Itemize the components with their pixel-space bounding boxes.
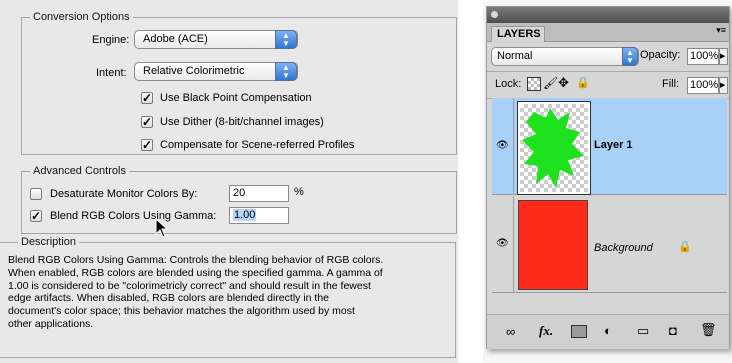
close-dot-icon[interactable] <box>491 11 498 18</box>
fill-arrow-icon[interactable]: ▶ <box>719 77 728 94</box>
dither-label: Use Dither (8-bit/channel images) <box>160 116 324 128</box>
opacity-label: Opacity: <box>640 49 681 61</box>
eye-icon: 👁 <box>496 238 509 249</box>
engine-select-value: Adobe (ACE) <box>143 33 208 45</box>
description-text: Blend RGB Colors Using Gamma: Controls t… <box>8 254 384 330</box>
intent-select-value: Relative Colorimetric <box>143 65 245 77</box>
intent-stepper-icon: ▲ ▼ <box>275 62 297 81</box>
lock-label: Lock: <box>495 78 522 90</box>
engine-select[interactable]: Adobe (ACE) ▲ ▼ <box>134 30 298 49</box>
fx-icon[interactable]: fx. <box>539 323 553 339</box>
visibility-toggle-background[interactable]: 👁 <box>492 196 514 292</box>
lock-brush-icon[interactable]: 🖌 <box>543 76 558 90</box>
blend-mode-select[interactable]: Normal ▲ ▼ <box>491 47 639 66</box>
panel-edge <box>458 0 460 363</box>
blend-gamma-checkbox[interactable]: ✓ <box>30 210 42 222</box>
fill-label: Fill: <box>662 78 680 90</box>
layer-1-name[interactable]: Layer 1 <box>594 139 633 151</box>
layer-1-thumbnail <box>517 101 591 195</box>
scene-referred-label: Compensate for Scene-referred Profiles <box>160 139 355 151</box>
color-settings-panel: Conversion Options Engine: Adobe (ACE) ▲… <box>0 0 458 363</box>
blend-gamma-value: 1.00 <box>233 209 257 221</box>
visibility-toggle-layer-1[interactable]: 👁 <box>492 98 514 194</box>
blend-mode-value: Normal <box>497 50 533 62</box>
adjustment-icon[interactable]: ◐ <box>604 323 612 338</box>
description-legend: Description <box>21 236 77 248</box>
dither-checkbox[interactable]: ✓ <box>141 116 153 128</box>
lock-all-icon[interactable]: 🔒 <box>576 76 590 89</box>
layers-titlebar <box>487 7 729 23</box>
engine-stepper-icon: ▲ ▼ <box>275 30 297 49</box>
background-lock-icon: 🔒 <box>678 241 692 253</box>
desaturate-label: Desaturate Monitor Colors By: <box>50 188 198 200</box>
black-point-checkbox[interactable]: ✓ <box>141 92 153 104</box>
desaturate-checkbox[interactable] <box>30 188 42 200</box>
green-blob-icon <box>522 108 584 188</box>
opacity-input[interactable]: 100% <box>687 48 719 65</box>
folder-icon[interactable]: ▭ <box>637 323 649 339</box>
lock-transparency-icon[interactable] <box>527 77 541 91</box>
panel-menu-icon[interactable]: ▾≡ <box>716 25 726 36</box>
scene-referred-checkbox[interactable]: ✓ <box>141 139 153 151</box>
opacity-arrow-icon[interactable]: ▶ <box>719 48 728 65</box>
fill-input[interactable]: 100% <box>687 77 719 94</box>
conversion-options-legend: Conversion Options <box>33 11 130 23</box>
advanced-controls-legend: Advanced Controls <box>33 165 126 177</box>
lock-move-icon[interactable]: ✥ <box>558 75 569 91</box>
trash-icon[interactable]: 🗑 <box>700 322 717 338</box>
background-thumbnail <box>518 200 588 290</box>
layer-row-layer-1[interactable]: 👁 Layer 1 <box>492 98 727 195</box>
blend-mode-stepper-icon: ▲ ▼ <box>622 47 638 66</box>
link-icon[interactable]: ∞ <box>506 324 515 339</box>
tab-layers[interactable]: LAYERS <box>491 26 545 42</box>
black-point-label: Use Black Point Compensation <box>160 92 312 104</box>
desaturate-input[interactable]: 20 <box>229 185 289 202</box>
blend-gamma-label: Blend RGB Colors Using Gamma: <box>50 210 217 222</box>
background-layer-name[interactable]: Background <box>594 242 653 254</box>
layers-bottom-bar: ∞ fx. ◐ ▭ ◘ 🗑 <box>487 314 729 349</box>
new-layer-icon[interactable]: ◘ <box>669 323 677 338</box>
blend-gamma-input[interactable]: 1.00 <box>229 207 289 224</box>
desaturate-unit: % <box>294 186 304 198</box>
layers-panel: LAYERS ▾≡ Normal ▲ ▼ Opacity: 100% ▶ Lock… <box>486 6 730 349</box>
intent-label: Intent: <box>96 67 127 79</box>
eye-icon: 👁 <box>496 140 509 151</box>
layer-row-background[interactable]: 👁 Background 🔒 <box>492 196 727 293</box>
layers-tabrow: LAYERS ▾≡ <box>487 23 729 42</box>
lock-row: Lock: 🖌 ✥ 🔒 Fill: 100% ▶ <box>487 71 729 99</box>
engine-label: Engine: <box>92 34 130 46</box>
mask-icon[interactable] <box>571 325 587 338</box>
intent-select[interactable]: Relative Colorimetric ▲ ▼ <box>134 62 298 81</box>
